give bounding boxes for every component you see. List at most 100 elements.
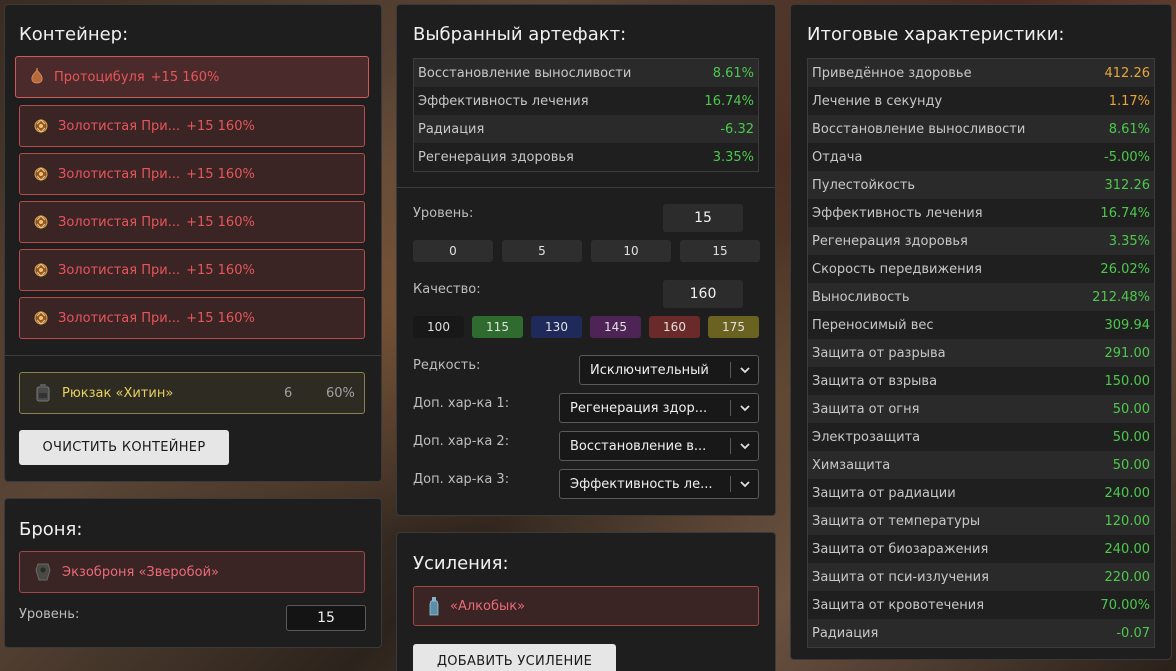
container-item-name: Золотистая При...: [58, 214, 181, 230]
armor-panel: Броня: Экзоброня «Зверобой» Уровень: 15: [4, 498, 382, 648]
golden-artifact-icon: [30, 307, 52, 329]
stat-name: Защита от огня: [812, 401, 920, 417]
stat-name: Выносливость: [812, 289, 910, 305]
add-boost-button[interactable]: ДОБАВИТЬ УСИЛЕНИЕ: [413, 644, 616, 671]
stat-row: Защита от кровотечения 70.00%: [808, 591, 1154, 619]
extra3-select[interactable]: Эффективность ле...: [559, 469, 759, 499]
stat-row: Защита от огня 50.00: [808, 395, 1154, 423]
extra3-label: Доп. хар-ка 3:: [413, 472, 510, 487]
extra2-label: Доп. хар-ка 2:: [413, 434, 510, 449]
stat-name: Регенерация здоровья: [812, 233, 968, 249]
extra1-label: Доп. хар-ка 1:: [413, 396, 510, 411]
stat-row: Защита от температуры 120.00: [808, 507, 1154, 535]
stat-row: Радиация -0.07: [808, 619, 1154, 647]
artifact-level-input[interactable]: 15: [663, 204, 743, 232]
armor-level-input[interactable]: 15: [286, 605, 366, 631]
stat-name: Отдача: [812, 149, 863, 165]
stat-name: Химзащита: [812, 457, 891, 473]
stat-row: Пулестойкость 312.26: [808, 171, 1154, 199]
golden-artifact-icon: [30, 211, 52, 233]
level-preset-button[interactable]: 15: [680, 240, 760, 262]
container-item-name: Золотистая При...: [58, 262, 181, 278]
stat-name: Переносимый вес: [812, 317, 934, 333]
stat-value: 16.74%: [704, 93, 754, 109]
quality-preset-button[interactable]: 100: [413, 316, 464, 338]
quality-preset-button[interactable]: 160: [649, 316, 700, 338]
booster-slot[interactable]: «Алкобык»: [413, 586, 759, 626]
stat-value: 50.00: [1112, 429, 1150, 445]
extra1-select[interactable]: Регенерация здор...: [559, 393, 759, 423]
extra2-select[interactable]: Восстановление в...: [559, 431, 759, 461]
container-item[interactable]: Золотистая При... +15 160%: [19, 249, 365, 291]
stat-name: Регенерация здоровья: [418, 149, 574, 165]
container-item-quality: +15 160%: [186, 166, 255, 182]
quality-preset-button[interactable]: 130: [531, 316, 582, 338]
stat-row: Переносимый вес 309.94: [808, 311, 1154, 339]
stat-value: 220.00: [1104, 569, 1151, 585]
artifact-panel: Выбранный артефакт: Восстановление вынос…: [396, 4, 776, 516]
stat-value: 50.00: [1112, 401, 1150, 417]
booster-name: «Алкобык»: [450, 598, 526, 614]
armor-level-label: Уровень:: [19, 607, 80, 622]
stat-name: Радиация: [418, 121, 485, 137]
totals-stats-table: Приведённое здоровье 412.26 Лечение в секу…: [807, 58, 1155, 648]
container-item-name: Протоцибуля: [54, 69, 145, 85]
stat-name: Защита от радиации: [812, 485, 956, 501]
stat-value: 120.00: [1104, 513, 1151, 529]
stat-name: Защита от температуры: [812, 513, 981, 529]
level-preset-button[interactable]: 5: [502, 240, 582, 262]
armor-name: Экзоброня «Зверобой»: [62, 564, 219, 580]
stat-name: Защита от пси-излучения: [812, 569, 989, 585]
stat-name: Восстановление выносливости: [418, 65, 632, 81]
level-preset-button[interactable]: 10: [591, 240, 671, 262]
container-item[interactable]: Протоцибуля +15 160%: [15, 56, 369, 98]
artifact-level-label: Уровень:: [413, 206, 474, 221]
container-item-name: Золотистая При...: [58, 166, 181, 182]
stat-value: 150.00: [1104, 373, 1151, 389]
stat-row: Защита от взрыва 150.00: [808, 367, 1154, 395]
extra3-value: Эффективность ле...: [570, 476, 713, 492]
rarity-select[interactable]: Исключительный: [579, 355, 759, 385]
stat-row: Электрозащита 50.00: [808, 423, 1154, 451]
armor-icon: [32, 561, 54, 583]
stat-value: 50.00: [1112, 457, 1150, 473]
stat-value: 70.00%: [1100, 597, 1150, 613]
stat-name: Скорость передвижения: [812, 261, 982, 277]
stat-value: -5.00%: [1104, 149, 1150, 165]
container-item[interactable]: Золотистая При... +15 160%: [19, 201, 365, 243]
stat-row: Регенерация здоровья 3.35%: [808, 227, 1154, 255]
golden-artifact-icon: [30, 259, 52, 281]
rarity-value: Исключительный: [590, 362, 709, 378]
container-item[interactable]: Золотистая При... +15 160%: [19, 297, 365, 339]
stat-value: 3.35%: [1108, 233, 1150, 249]
stat-name: Защита от взрыва: [812, 373, 938, 389]
artifact-quality-input[interactable]: 160: [663, 280, 743, 308]
stat-value: 212.48%: [1092, 289, 1150, 305]
quality-preset-button[interactable]: 115: [472, 316, 523, 338]
container-item-name: Золотистая При...: [58, 310, 181, 326]
stat-value: 1.17%: [1108, 93, 1150, 109]
extra1-value: Регенерация здор...: [570, 400, 708, 416]
golden-artifact-icon: [30, 115, 52, 137]
quality-preset-button[interactable]: 175: [708, 316, 759, 338]
chevron-down-icon: [740, 405, 750, 412]
stat-row: Эффективность лечения 16.74%: [808, 199, 1154, 227]
armor-slot[interactable]: Экзоброня «Зверобой»: [19, 551, 365, 593]
artifact-stats-table: Восстановление выносливости 8.61% Эффектив…: [413, 58, 759, 172]
boosts-panel: Усиления: «Алкобык» ДОБАВИТЬ УСИЛЕНИЕ: [396, 532, 776, 671]
stat-name: Радиация: [812, 625, 879, 641]
quality-preset-button[interactable]: 145: [590, 316, 641, 338]
clear-container-button[interactable]: ОЧИСТИТЬ КОНТЕЙНЕР: [19, 430, 229, 465]
stat-row: Химзащита 50.00: [808, 451, 1154, 479]
container-item[interactable]: Золотистая При... +15 160%: [19, 153, 365, 195]
stat-value: 240.00: [1104, 485, 1151, 501]
stat-row: Защита от радиации 240.00: [808, 479, 1154, 507]
stat-value: 309.94: [1104, 317, 1151, 333]
backpack-slot[interactable]: Рюкзак «Хитин» 6 60%: [19, 372, 365, 414]
stat-row: Приведённое здоровье 412.26: [808, 59, 1154, 87]
container-item[interactable]: Золотистая При... +15 160%: [19, 105, 365, 147]
bottle-icon: [426, 595, 442, 617]
stat-name: Лечение в секунду: [812, 93, 943, 109]
chevron-down-icon: [740, 481, 750, 488]
level-preset-button[interactable]: 0: [413, 240, 493, 262]
